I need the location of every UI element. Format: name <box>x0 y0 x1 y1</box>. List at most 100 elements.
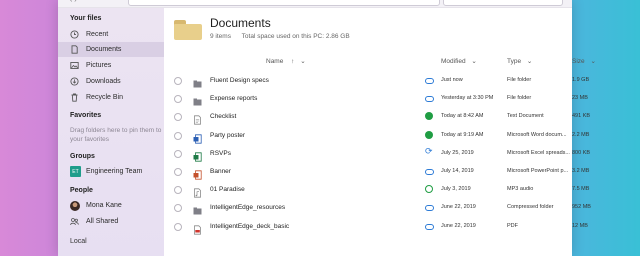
file-size: 1.9 GB <box>572 77 590 83</box>
folder-icon <box>174 20 202 40</box>
clock-icon <box>70 30 79 39</box>
column-label: Type <box>507 58 522 65</box>
sidebar-heading-groups: Groups <box>70 153 95 160</box>
file-type: Microsoft PowerPoint p... <box>507 168 569 174</box>
file-explorer-window: ‹ › Your files Recent Documents Pictures… <box>58 0 596 256</box>
file-size: 23 MB <box>572 95 588 102</box>
file-size: 800 KB <box>572 149 591 156</box>
row-select-checkbox[interactable] <box>174 186 182 195</box>
sidebar-heading-your-files: Your files <box>70 15 102 22</box>
sidebar-heading-people: People <box>70 187 93 194</box>
sidebar-heading-favorites: Favorites <box>70 112 102 119</box>
sidebar-item-downloads[interactable]: Downloads <box>58 74 164 89</box>
column-header-name[interactable]: Name ↑ ⌄ <box>266 57 306 65</box>
column-header-type[interactable]: Type ⌄ <box>507 57 532 65</box>
modified-date: July 3, 2019 <box>441 186 471 193</box>
audio-file-icon <box>193 185 202 198</box>
modified-date: June 22, 2019 <box>441 222 476 229</box>
folder-icon <box>193 94 202 106</box>
search-input[interactable] <box>443 0 563 6</box>
pdf-file-icon <box>193 222 202 235</box>
sidebar-item-all-shared[interactable]: All Shared <box>58 214 164 229</box>
checkmark-circle-icon <box>425 112 434 121</box>
table-row[interactable]: Fluent Design specs Just now File folder 1.… <box>164 73 589 91</box>
checkmark-outline-icon <box>425 185 434 194</box>
nav-buttons[interactable]: ‹ › <box>70 0 77 4</box>
sidebar-item-mona-kane[interactable]: Mona Kane <box>58 198 164 213</box>
file-name[interactable]: Banner <box>210 168 231 175</box>
chevron-down-icon: ⌄ <box>471 58 477 65</box>
cloud-icon <box>425 203 434 212</box>
sidebar-heading-local: Local <box>70 238 87 245</box>
column-label: Modified <box>441 58 466 65</box>
folder-summary: 9 items Total space used on this PC: 2.8… <box>210 33 359 40</box>
table-row[interactable]: IntelligentEdge_deck_basic June 22, 2019 P… <box>164 219 588 237</box>
file-size: 3.2 MB <box>572 168 590 174</box>
file-name[interactable]: Checklist <box>210 113 236 120</box>
sidebar-item-pictures[interactable]: Pictures <box>58 58 164 73</box>
sidebar-item-recent[interactable]: Recent <box>58 27 164 42</box>
word-file-icon <box>193 131 202 144</box>
table-row[interactable]: IntelligentEdge_resources June 22, 2019 Co… <box>164 200 591 218</box>
cloud-icon <box>425 167 434 176</box>
modified-date: July 14, 2019 <box>441 168 474 174</box>
file-type: File folder <box>507 77 532 83</box>
cloud-icon <box>425 222 434 231</box>
row-select-checkbox[interactable] <box>174 77 182 85</box>
sidebar-item-label: Documents <box>86 46 122 53</box>
folder-icon <box>193 203 202 215</box>
file-type: PDF <box>507 222 518 229</box>
checkmark-circle-icon <box>425 130 434 140</box>
column-header-size[interactable]: Size ⌄ <box>572 57 596 65</box>
sidebar-item-recycle-bin[interactable]: Recycle Bin <box>58 90 164 105</box>
file-size: 2.2 MB <box>572 131 590 138</box>
modified-date: July 25, 2019 <box>441 149 474 156</box>
file-name[interactable]: 01 Paradise <box>210 186 245 193</box>
file-name[interactable]: IntelligentEdge_deck_basic <box>210 223 289 230</box>
column-label: Name <box>266 58 284 65</box>
chevron-down-icon: ⌄ <box>526 58 533 65</box>
file-type: Text Document <box>507 113 544 120</box>
file-size: 952 MB <box>572 204 591 211</box>
file-name[interactable]: IntelligentEdge_resources <box>210 204 285 211</box>
sidebar-item-documents[interactable]: Documents <box>58 42 164 57</box>
sidebar-item-label: Recycle Bin <box>86 94 123 101</box>
group-badge: ET <box>70 166 81 177</box>
page-title: Documents <box>210 16 271 30</box>
item-count: 9 items <box>210 33 231 40</box>
column-label: Size <box>572 58 585 65</box>
table-row[interactable]: RSVPs ⟳ July 25, 2019 Microsoft Excel sprea… <box>164 146 590 164</box>
cloud-icon <box>425 76 434 85</box>
favorites-hint: Drag folders here to pin them to your fa… <box>70 127 162 143</box>
picture-icon <box>70 61 79 70</box>
table-row[interactable]: Expense reports Yesterday at 3:30 PM File … <box>164 91 588 109</box>
row-select-checkbox[interactable] <box>174 222 182 231</box>
table-row[interactable]: Checklist Today at 8:42 AM Text Document 49… <box>164 109 590 127</box>
sidebar: Your files Recent Documents Pictures Dow… <box>58 8 164 256</box>
file-type: MP3 audio <box>507 186 534 193</box>
file-type: Microsoft Word docum... <box>507 131 567 138</box>
table-row[interactable]: Party poster Today at 9:19 AM Microsoft Wo… <box>164 128 589 146</box>
sidebar-item-engineering-team[interactable]: ET Engineering Team <box>58 164 164 179</box>
file-name[interactable]: Expense reports <box>210 95 257 102</box>
column-header-modified[interactable]: Modified ⌄ <box>441 57 477 65</box>
file-type: Microsoft Excel spreads... <box>507 149 570 156</box>
table-row[interactable]: Banner July 14, 2019 Microsoft PowerPoint … <box>164 164 589 182</box>
row-select-checkbox[interactable] <box>174 149 182 158</box>
file-name[interactable]: Party poster <box>210 132 245 139</box>
recycle-bin-icon <box>70 93 79 102</box>
file-type: File folder <box>507 95 532 102</box>
row-select-checkbox[interactable] <box>174 168 182 176</box>
row-select-checkbox[interactable] <box>174 204 182 213</box>
file-name[interactable]: Fluent Design specs <box>210 77 269 84</box>
file-size: 491 KB <box>572 113 591 120</box>
file-name[interactable]: RSVPs <box>210 150 231 157</box>
powerpoint-file-icon <box>193 167 202 180</box>
modified-date: Today at 9:19 AM <box>441 131 484 138</box>
address-bar[interactable] <box>128 0 440 6</box>
row-select-checkbox[interactable] <box>174 113 182 122</box>
table-row[interactable]: 01 Paradise July 3, 2019 MP3 audio 7.5 MB <box>164 182 589 200</box>
chevron-down-icon: ⌄ <box>300 58 306 65</box>
row-select-checkbox[interactable] <box>174 95 182 104</box>
row-select-checkbox[interactable] <box>174 131 182 140</box>
